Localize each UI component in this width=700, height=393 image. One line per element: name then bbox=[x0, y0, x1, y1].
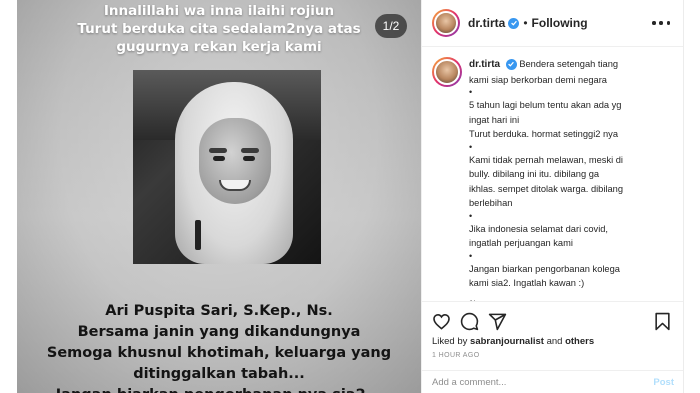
caption-username[interactable]: dr.tirta bbox=[469, 59, 500, 70]
photo-brooch bbox=[195, 220, 201, 250]
media-caption-bottom-line: Jangan biarkan pengorbanan nya sia2... bbox=[17, 385, 421, 393]
caption-body: dr.tirta Bendera setengah tiang kami sia… bbox=[469, 57, 669, 301]
caption-avatar[interactable] bbox=[432, 57, 462, 87]
caption-section: dr.tirta Bendera setengah tiang kami sia… bbox=[422, 47, 684, 301]
caption-line: Turut berduka. hormat setinggi2 nya bbox=[469, 129, 619, 139]
page-margin-left bbox=[0, 0, 17, 393]
post-sidebar: dr.tirta • Following dr.tirta Bendera se… bbox=[421, 0, 684, 393]
avatar-image bbox=[434, 59, 460, 85]
post-media[interactable]: Innalillahi wa inna ilaihi rojiun Turut … bbox=[17, 0, 421, 393]
photo-eye bbox=[243, 156, 255, 161]
media-caption-bottom-line: Ari Puspita Sari, S.Kep., Ns. bbox=[105, 303, 333, 319]
media-caption-top-line: Innalillahi wa inna ilaihi rojiun bbox=[103, 3, 335, 19]
like-heart-icon[interactable] bbox=[432, 312, 451, 331]
caption-line: ingat hari ini bbox=[469, 114, 520, 125]
more-options-icon[interactable] bbox=[652, 16, 670, 30]
caption-line: kami siap berkorban demi negara bbox=[469, 74, 607, 85]
photo-brow bbox=[241, 148, 259, 153]
instagram-post: Innalillahi wa inna ilaihi rojiun Turut … bbox=[17, 0, 684, 393]
caption-text: Bendera setengah tiang bbox=[519, 59, 619, 69]
likes-prefix: Liked by bbox=[432, 336, 468, 347]
avatar[interactable] bbox=[432, 9, 460, 37]
caption-line: berlebihan bbox=[469, 198, 513, 208]
media-caption-top-line: gugurnya rekan kerja kami bbox=[116, 39, 322, 55]
caption-line: ingatlah perjuangan kami bbox=[469, 238, 573, 248]
post-comment-button[interactable]: Post bbox=[653, 377, 674, 388]
media-caption-top: Innalillahi wa inna ilaihi rojiun Turut … bbox=[17, 2, 421, 56]
media-caption-bottom-line: ditinggalkan tabah... bbox=[133, 366, 305, 382]
share-icon[interactable] bbox=[488, 312, 507, 331]
media-caption-bottom-line: Semoga khusnul khotimah, keluarga yang bbox=[46, 345, 392, 361]
caption-bullet: • bbox=[469, 210, 473, 221]
comment-icon[interactable] bbox=[460, 312, 479, 331]
page-margin-right bbox=[683, 0, 700, 393]
media-caption-bottom: Ari Puspita Sari, S.Kep., Ns. Bersama ja… bbox=[17, 301, 421, 393]
following-button[interactable]: Following bbox=[532, 16, 588, 30]
caption-line: ikhlas. sempet ditolak warga. dibilang bbox=[469, 183, 623, 194]
caption-line: Jika indonesia selamat dari covid, bbox=[469, 223, 609, 234]
caption-bullet: • bbox=[469, 250, 473, 261]
caption-line: dr.tirta Bendera setengah tiang bbox=[469, 57, 669, 73]
header-username[interactable]: dr.tirta bbox=[468, 16, 505, 30]
add-comment-bar: Add a comment... Post bbox=[422, 370, 684, 393]
save-bookmark-icon[interactable] bbox=[653, 312, 672, 331]
caption-line: kami sia2. Ingatlah kawan :) bbox=[469, 278, 585, 288]
verified-badge-icon bbox=[508, 17, 520, 29]
caption-line: Jangan biarkan pengorbanan kolega bbox=[469, 263, 620, 274]
caption-bullet: • bbox=[469, 141, 473, 152]
photo-eye bbox=[213, 156, 225, 161]
header-separator: • bbox=[523, 16, 528, 30]
post-header: dr.tirta • Following bbox=[422, 0, 684, 47]
photo-brow bbox=[209, 148, 227, 153]
likes-user-link[interactable]: sabranjournalist bbox=[470, 336, 544, 347]
caption-comment: dr.tirta Bendera setengah tiang kami sia… bbox=[432, 57, 674, 301]
avatar-image bbox=[434, 11, 458, 35]
likes-middle: and bbox=[546, 336, 563, 347]
memorial-photo bbox=[133, 70, 321, 264]
comment-input[interactable]: Add a comment... bbox=[432, 377, 506, 388]
likes-others-link[interactable]: others bbox=[565, 336, 594, 347]
caption-line: Kami tidak pernah melawan, meski di bbox=[469, 154, 623, 165]
caption-line: 5 tahun lagi belum tentu akan ada yg bbox=[469, 100, 622, 110]
post-timestamp[interactable]: 1 HOUR AGO bbox=[432, 352, 480, 359]
carousel-counter: 1/2 bbox=[375, 14, 407, 38]
media-caption-bottom-line: Bersama janin yang dikandungnya bbox=[77, 324, 361, 340]
caption-line: bully. dibilang ini itu. dibilang ga bbox=[469, 169, 600, 179]
photo-face bbox=[199, 118, 271, 204]
likes-summary: Liked by sabranjournalist and others bbox=[432, 336, 594, 347]
verified-badge-icon bbox=[505, 58, 517, 70]
action-bar bbox=[422, 301, 684, 341]
media-caption-top-line: Turut berduka cita sedalam2nya atas bbox=[77, 21, 361, 37]
caption-bullet: • bbox=[469, 87, 473, 97]
